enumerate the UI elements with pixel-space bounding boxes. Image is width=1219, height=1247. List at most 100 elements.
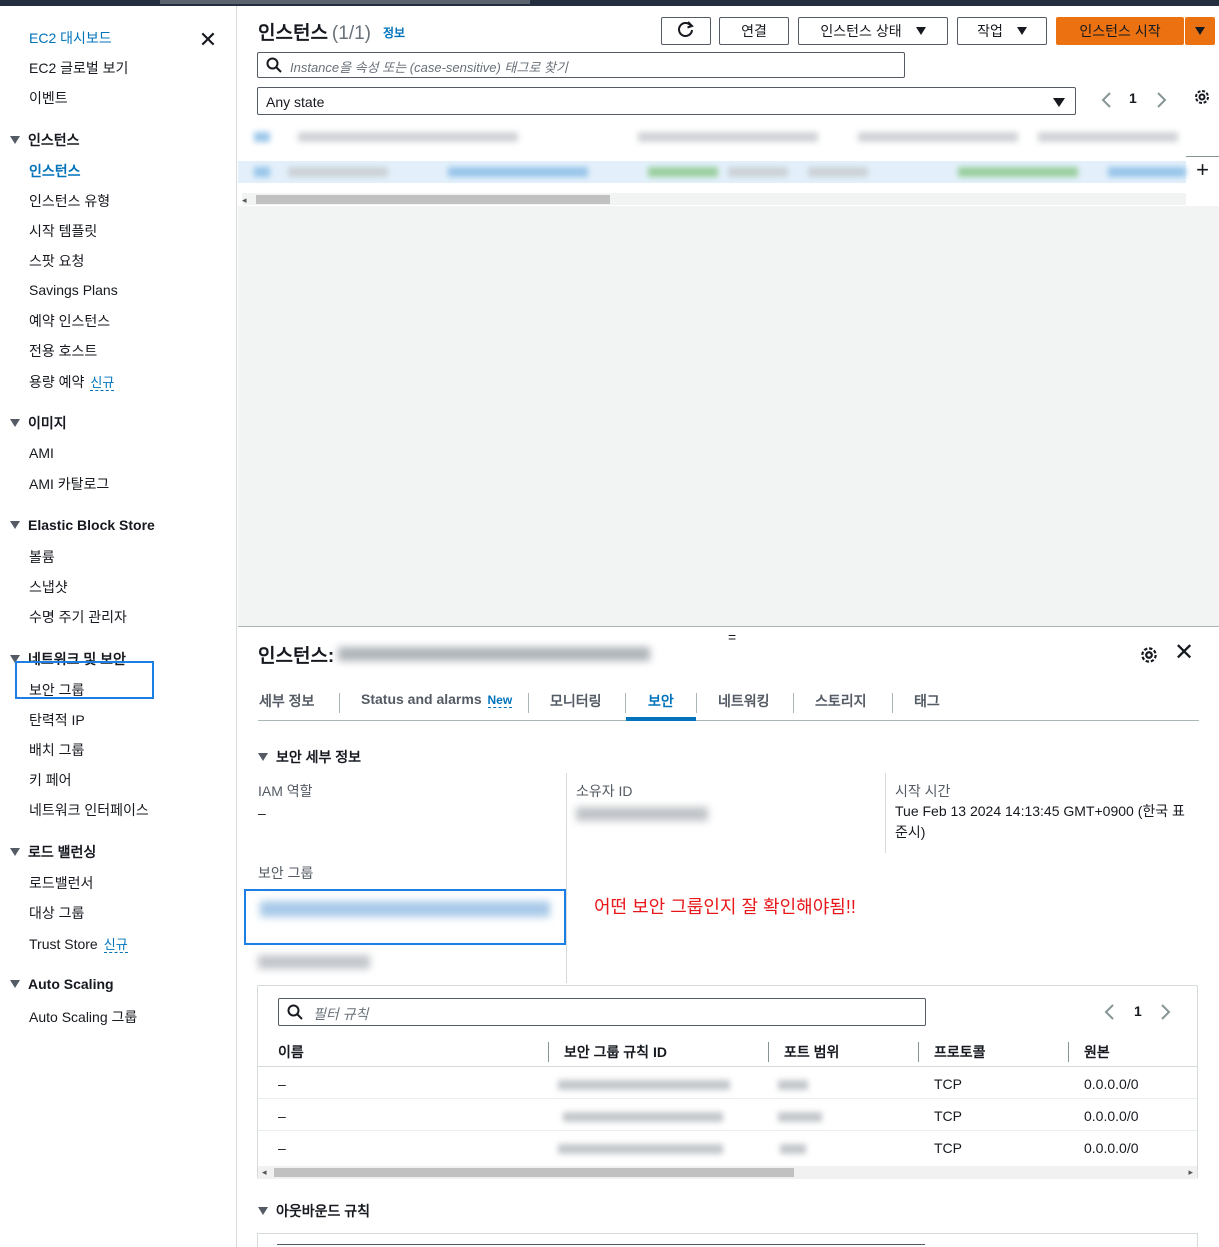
sidebar-item-ec2-dashboard[interactable]: EC2 대시보드 — [29, 28, 112, 48]
section-title: 아웃바운드 규칙 — [276, 1203, 371, 1219]
rules-horizontal-scrollbar[interactable]: ◂ ▸ — [258, 1166, 1197, 1179]
sidebar-item-placement-groups[interactable]: 배치 그룹 — [29, 740, 84, 760]
sidebar-item-lifecycle-manager[interactable]: 수명 주기 관리자 — [29, 607, 127, 627]
redacted-instance-id — [338, 647, 650, 661]
connect-button[interactable]: 연결 — [719, 17, 789, 45]
new-badge: 신규 — [103, 937, 128, 953]
sidebar-section-load-balancing[interactable]: 로드 밸런싱 — [10, 842, 96, 862]
instance-state-button[interactable]: 인스턴스 상태 — [798, 17, 948, 45]
launch-dropdown-button[interactable] — [1185, 17, 1215, 45]
caret-down-icon — [10, 136, 20, 145]
item-label: 용량 예약 — [29, 374, 85, 390]
info-link[interactable]: 정보 — [383, 24, 405, 41]
sidebar-section-ebs[interactable]: Elastic Block Store — [10, 517, 155, 533]
scrollbar-thumb[interactable] — [256, 195, 610, 204]
filter-rules-input[interactable]: 필터 규칙 — [278, 998, 926, 1026]
sidebar-item-network-interfaces[interactable]: 네트워크 인터페이스 — [29, 800, 149, 820]
gear-icon[interactable] — [1139, 645, 1159, 665]
sidebar-item-instance-types[interactable]: 인스턴스 유형 — [29, 191, 110, 211]
instance-search-input[interactable]: Instance을 속성 또는 (case-sensitive) 태그로 찾기 — [257, 52, 905, 78]
sidebar-item-events[interactable]: 이벤트 — [29, 88, 68, 108]
caret-down-icon — [915, 27, 926, 36]
owner-id-label: 소유자 ID — [576, 783, 633, 799]
column-header-rule-id[interactable]: 보안 그룹 규칙 ID — [564, 1042, 667, 1062]
tab-networking[interactable]: 네트워킹 — [718, 691, 770, 711]
page-number[interactable]: 1 — [1134, 1003, 1142, 1019]
sidebar: ✕ EC2 대시보드 EC2 글로벌 보기 이벤트 인스턴스 인스턴스 인스턴스… — [0, 6, 237, 1247]
instances-table-card: 인스턴스 (1/1) 정보 연결 인스턴스 상태 작업 인스턴스 시작 Insta… — [238, 6, 1219, 206]
rule-source: 0.0.0.0/0 — [1084, 1108, 1139, 1124]
page-number[interactable]: 1 — [1129, 90, 1137, 106]
sidebar-section-images[interactable]: 이미지 — [10, 413, 67, 433]
scroll-left-icon[interactable]: ◂ — [242, 195, 247, 206]
gear-icon[interactable] — [1193, 88, 1211, 106]
redacted-security-group-name — [258, 955, 370, 969]
caret-down-icon — [258, 1207, 268, 1216]
resize-handle[interactable]: = — [728, 629, 736, 645]
prev-page-icon[interactable] — [1100, 90, 1114, 110]
tab-security[interactable]: 보안 — [648, 691, 674, 711]
outbound-rules-section[interactable]: 아웃바운드 규칙 — [258, 1201, 370, 1221]
column-header-protocol[interactable]: 프로토콜 — [934, 1042, 986, 1062]
redacted-rule-id[interactable] — [563, 1112, 723, 1122]
security-details-section[interactable]: 보안 세부 정보 — [258, 747, 361, 767]
tab-status-alarms[interactable]: Status and alarms New — [361, 691, 513, 708]
sidebar-item-dedicated-hosts[interactable]: 전용 호스트 — [29, 341, 97, 361]
sidebar-item-global-view[interactable]: EC2 글로벌 보기 — [29, 58, 128, 78]
section-title: 이미지 — [28, 415, 67, 431]
sidebar-item-reserved-instances[interactable]: 예약 인스턴스 — [29, 311, 110, 331]
launch-instances-button[interactable]: 인스턴스 시작 — [1056, 17, 1184, 45]
column-header-port-range[interactable]: 포트 범위 — [784, 1042, 839, 1062]
sidebar-item-target-groups[interactable]: 대상 그룹 — [29, 903, 84, 923]
close-icon[interactable]: ✕ — [198, 29, 218, 51]
sidebar-item-launch-templates[interactable]: 시작 템플릿 — [29, 221, 97, 241]
caret-down-icon — [258, 753, 268, 762]
tab-divider — [625, 693, 626, 713]
redacted-port-range — [778, 1080, 808, 1090]
redacted-rule-id[interactable] — [558, 1080, 730, 1090]
sidebar-item-snapshots[interactable]: 스냅샷 — [29, 577, 68, 597]
caret-down-icon — [10, 980, 20, 989]
next-page-icon[interactable] — [1158, 1002, 1172, 1022]
redacted-rule-id[interactable] — [558, 1144, 723, 1154]
instances-list-panel: 인스턴스 (1/1) 정보 연결 인스턴스 상태 작업 인스턴스 시작 Insta… — [238, 6, 1219, 626]
tab-monitoring[interactable]: 모니터링 — [550, 691, 602, 711]
column-header-source[interactable]: 원본 — [1084, 1042, 1110, 1062]
sidebar-section-instances[interactable]: 인스턴스 — [10, 130, 80, 150]
tab-tags[interactable]: 태그 — [914, 691, 940, 711]
scroll-right-icon[interactable]: ▸ — [1188, 1167, 1193, 1178]
sidebar-item-ami-catalog[interactable]: AMI 카탈로그 — [29, 474, 109, 494]
redacted-owner-id — [576, 807, 708, 821]
tab-details[interactable]: 세부 정보 — [259, 691, 314, 711]
rule-source: 0.0.0.0/0 — [1084, 1076, 1139, 1092]
item-label: Trust Store — [29, 936, 98, 952]
close-icon[interactable]: ✕ — [1174, 641, 1194, 665]
column-header-name[interactable]: 이름 — [278, 1042, 304, 1062]
sidebar-item-capacity-reservations[interactable]: 용량 예약 신규 — [29, 372, 115, 392]
add-column-icon[interactable]: + — [1186, 156, 1219, 184]
sidebar-item-volumes[interactable]: 볼륨 — [29, 547, 55, 567]
prev-page-icon[interactable] — [1103, 1002, 1117, 1022]
sidebar-item-load-balancers[interactable]: 로드밸런서 — [29, 873, 93, 893]
redacted-port-range — [780, 1144, 806, 1154]
sidebar-item-key-pairs[interactable]: 키 페어 — [29, 770, 72, 790]
sidebar-item-instances[interactable]: 인스턴스 — [29, 161, 81, 181]
scroll-left-icon[interactable]: ◂ — [262, 1167, 267, 1178]
sidebar-item-savings-plans[interactable]: Savings Plans — [29, 282, 118, 298]
sidebar-item-spot-requests[interactable]: 스팟 요청 — [29, 251, 84, 271]
refresh-button[interactable] — [661, 17, 711, 45]
sidebar-item-trust-store[interactable]: Trust Store 신규 — [29, 934, 128, 953]
button-label: 인스턴스 상태 — [820, 23, 902, 39]
sidebar-item-ami[interactable]: AMI — [29, 445, 54, 461]
section-title: 인스턴스 — [28, 132, 80, 148]
state-filter-select[interactable]: Any state — [257, 87, 1076, 115]
table-horizontal-scrollbar[interactable]: ◂ — [242, 193, 1186, 205]
table-row[interactable] — [238, 161, 1186, 183]
sidebar-item-auto-scaling-groups[interactable]: Auto Scaling 그룹 — [29, 1007, 137, 1027]
sidebar-item-elastic-ip[interactable]: 탄력적 IP — [29, 710, 85, 730]
actions-button[interactable]: 작업 — [957, 17, 1047, 45]
sidebar-section-auto-scaling[interactable]: Auto Scaling — [10, 976, 114, 992]
tab-storage[interactable]: 스토리지 — [815, 691, 867, 711]
scrollbar-thumb[interactable] — [274, 1168, 794, 1177]
next-page-icon[interactable] — [1154, 90, 1168, 110]
